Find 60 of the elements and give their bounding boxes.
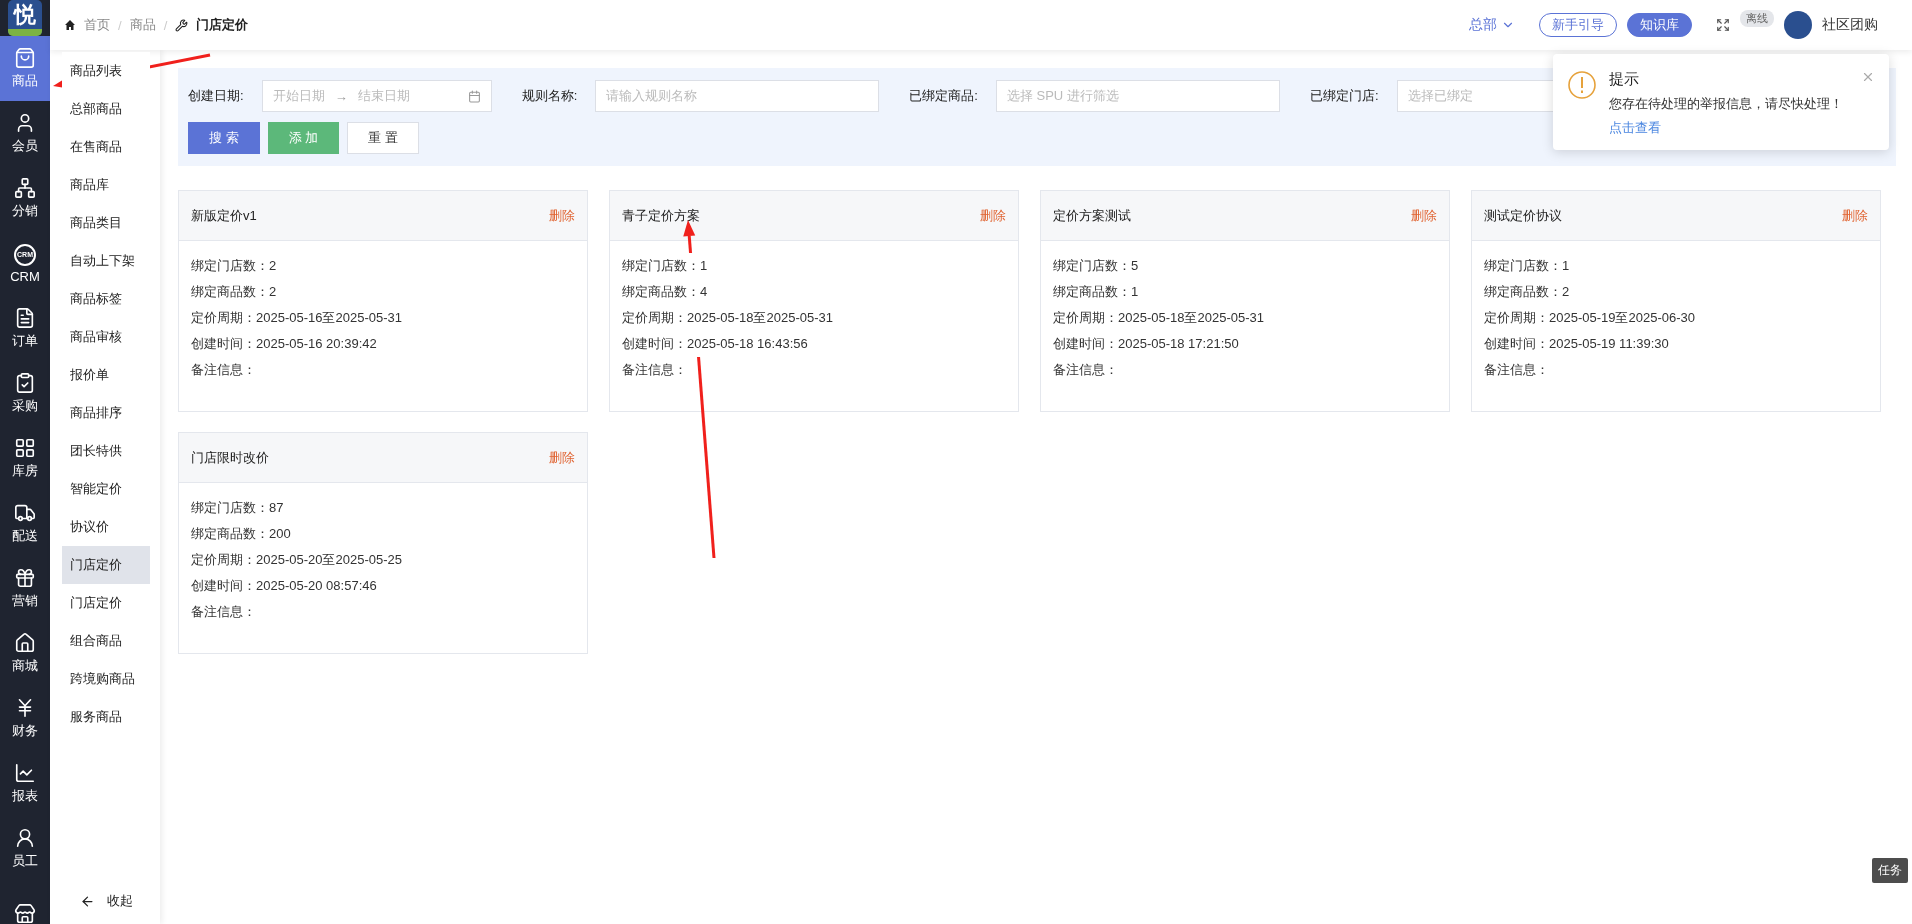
breadcrumb-link[interactable]: 首页 (84, 16, 110, 34)
store-icon (14, 902, 36, 924)
nav-item[interactable]: 分销 (0, 166, 50, 231)
fullscreen-icon[interactable] (1716, 18, 1730, 32)
network-icon (14, 177, 36, 199)
nav-item[interactable]: 财务 (0, 686, 50, 751)
nav-item[interactable]: 营销 (0, 556, 50, 621)
nav-item[interactable]: 会员 (0, 101, 50, 166)
action-button[interactable]: 搜 索 (188, 122, 260, 154)
nav-item[interactable]: 采购 (0, 361, 50, 426)
gift-icon (14, 567, 36, 589)
knowledge-base-button[interactable]: 知识库 (1627, 13, 1692, 37)
collapse-button[interactable]: 收起 (80, 892, 133, 910)
card-title: 定价方案测试 (1053, 206, 1131, 225)
task-tab[interactable]: 任务 (1872, 858, 1908, 883)
nav-item[interactable]: 员工 (0, 816, 50, 881)
card-title: 门店限时改价 (191, 448, 269, 467)
card-detail: 定价周期：2025-05-18至2025-05-31 (622, 305, 833, 331)
nav-item[interactable]: 订单 (0, 296, 50, 361)
breadcrumb-separator: / (163, 17, 168, 33)
card-detail: 创建时间：2025-05-18 16:43:56 (622, 331, 808, 357)
avatar[interactable] (1784, 11, 1812, 39)
field-label: 已绑定商品: (909, 87, 978, 105)
card-title: 新版定价v1 (191, 206, 257, 225)
tool-icon (175, 18, 189, 32)
grid-icon (14, 437, 36, 459)
nav-item[interactable]: 商品 (0, 36, 50, 101)
nav-item[interactable]: 报表 (0, 751, 50, 816)
nav-item[interactable]: 商城 (0, 621, 50, 686)
org-switcher[interactable]: 总部 (1469, 16, 1515, 34)
chart-icon (14, 762, 36, 784)
action-button[interactable]: 重 置 (347, 122, 419, 154)
nav-item[interactable]: 配送 (0, 491, 50, 556)
calendar-icon (467, 89, 481, 103)
nav-item[interactable]: 库房 (0, 426, 50, 491)
field-label: 已绑定门店: (1309, 87, 1379, 105)
home-icon (64, 19, 76, 31)
card-detail: 绑定门店数：1 (622, 253, 708, 279)
shopping-bag-icon (14, 47, 36, 69)
breadcrumb-link[interactable]: 商品 (129, 16, 156, 34)
status-badge: 离线 (1740, 9, 1774, 27)
card-detail: 绑定商品数：4 (622, 279, 708, 305)
person-icon (14, 827, 36, 849)
field-label: 创建日期: (188, 87, 244, 105)
clipboard-icon (14, 372, 36, 394)
breadcrumb-separator: / (118, 17, 122, 33)
truck-icon (14, 502, 36, 524)
warning-icon (1567, 70, 1597, 100)
card-title: 测试定价协议 (1484, 206, 1562, 225)
breadcrumb-link[interactable]: 门店定价 (196, 16, 249, 34)
house-icon (14, 632, 36, 654)
view-link[interactable]: 点击查看 (1609, 119, 1843, 137)
range-separator: → (334, 88, 348, 104)
field-label: 规则名称: (521, 87, 578, 105)
app-logo[interactable]: 悦 (8, 0, 42, 36)
submenu-item[interactable]: 门店定价 (62, 546, 150, 584)
user-name[interactable]: 社区团购 (1822, 16, 1878, 34)
document-icon (14, 307, 36, 329)
card-title: 青子定价方案 (622, 206, 700, 225)
guide-button[interactable]: 新手引导 (1539, 13, 1617, 37)
